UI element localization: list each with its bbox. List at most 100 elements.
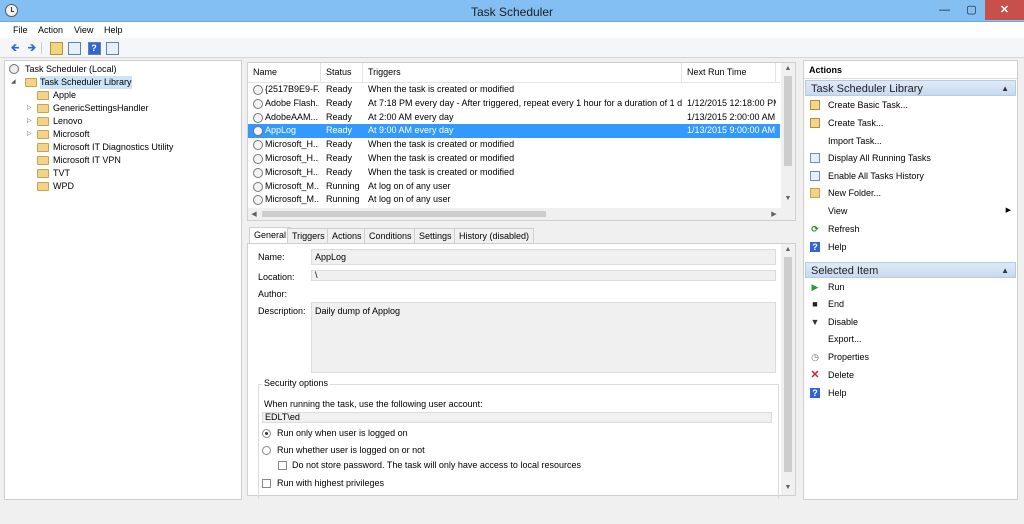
column-header-name[interactable]: Name <box>248 63 321 82</box>
column-header-triggers[interactable]: Triggers <box>363 63 682 82</box>
action-refresh[interactable]: ⟳ Refresh <box>810 221 1015 237</box>
task-name-cell: AdobeAAM... <box>265 111 319 122</box>
scroll-down-arrow-icon[interactable]: ▼ <box>781 195 795 202</box>
section-task-scheduler-library[interactable]: Task Scheduler Library ▲ <box>805 80 1016 96</box>
show-hide-action-pane-icon[interactable] <box>104 40 120 56</box>
folder-icon <box>37 130 49 139</box>
radio-logged-on-label[interactable]: Run only when user is logged on <box>277 428 408 438</box>
task-next-run-cell: 1/13/2015 9:00:00 AM <box>687 125 776 136</box>
collapse-arrow-icon[interactable]: ▲ <box>1001 81 1009 97</box>
radio-logged-on[interactable] <box>262 429 271 438</box>
action-help[interactable]: ? Help <box>810 239 1015 255</box>
action-help-selected[interactable]: ? Help <box>810 385 1015 401</box>
menu-action[interactable]: Action <box>38 25 63 35</box>
expand-arrow-icon[interactable]: ▷ <box>27 115 35 128</box>
action-create-basic-task[interactable]: Create Basic Task... <box>810 97 1015 113</box>
checkbox-no-store-password-label[interactable]: Do not store password. The task will onl… <box>292 460 581 470</box>
action-import-task[interactable]: Import Task... <box>810 133 1015 149</box>
tab-actions[interactable]: Actions <box>327 228 367 244</box>
task-clock-icon <box>253 181 263 192</box>
tab-general[interactable]: General <box>249 227 292 244</box>
action-display-running-tasks[interactable]: Display All Running Tasks <box>810 150 1015 166</box>
checkbox-highest-privileges-label[interactable]: Run with highest privileges <box>277 478 384 488</box>
tab-conditions[interactable]: Conditions <box>364 228 417 244</box>
action-create-task[interactable]: Create Task... <box>810 115 1015 131</box>
name-field[interactable]: AppLog <box>311 249 776 265</box>
tree-library-label: Task Scheduler Library <box>40 76 132 89</box>
task-status-cell: Ready <box>326 153 353 163</box>
radio-whether-logged-on-label[interactable]: Run whether user is logged on or not <box>277 445 425 455</box>
action-run[interactable]: ▶ Run <box>810 279 1015 295</box>
column-header-status[interactable]: Status <box>321 63 363 82</box>
folder-icon <box>37 91 49 100</box>
action-end[interactable]: ■ End <box>810 296 1015 312</box>
scroll-right-arrow-icon[interactable]: ▶ <box>770 210 778 218</box>
description-field[interactable]: Daily dump of Applog <box>311 302 776 373</box>
menu-view[interactable]: View <box>74 25 93 35</box>
task-list-vertical-scrollbar[interactable]: ▲ ▼ <box>781 63 795 220</box>
task-name-cell: Microsoft_M... <box>265 194 319 205</box>
task-trigger-cell: At 9:00 AM every day <box>368 125 454 136</box>
action-properties[interactable]: ◷ Properties <box>810 349 1015 365</box>
action-export[interactable]: Export... <box>810 331 1015 347</box>
task-name-cell: Microsoft_H... <box>265 139 319 150</box>
checkbox-highest-privileges[interactable] <box>262 479 271 488</box>
up-folder-icon[interactable] <box>48 40 64 56</box>
task-row[interactable]: Adobe Flash... Ready At 7:18 PM every day … <box>248 97 785 111</box>
task-row[interactable]: Microsoft_H... Ready When the task is crea… <box>248 152 785 166</box>
task-row[interactable]: AppLog Ready At 9:00 AM every day 1/13/2015… <box>248 124 785 139</box>
scroll-thumb[interactable] <box>784 257 792 472</box>
action-enable-tasks-history[interactable]: Enable All Tasks History <box>810 168 1015 184</box>
close-button[interactable]: ✕ <box>985 0 1024 20</box>
maximize-button[interactable]: ▢ <box>958 0 985 20</box>
action-label: Create Task... <box>828 118 884 128</box>
task-row[interactable]: AdobeAAM... Ready At 2:00 AM every day 1/13… <box>248 111 785 125</box>
action-view[interactable]: View ▶ <box>810 203 1015 219</box>
scroll-up-arrow-icon[interactable]: ▲ <box>781 65 795 72</box>
show-hide-console-tree-icon[interactable] <box>66 40 82 56</box>
task-row[interactable]: Microsoft_H... Ready When the task is crea… <box>248 166 785 180</box>
section-library-label: Task Scheduler Library <box>811 83 923 95</box>
tab-settings[interactable]: Settings <box>414 228 457 244</box>
collapse-arrow-icon[interactable]: ◢ <box>11 76 19 89</box>
task-name-cell: Microsoft_M... <box>265 180 319 191</box>
task-row[interactable]: Microsoft_M... Running At log on of any us… <box>248 193 785 207</box>
task-name-cell: Microsoft_H... <box>265 166 319 177</box>
task-list-horizontal-scrollbar[interactable]: ◀ ▶ <box>248 208 781 220</box>
column-header-next-run-time[interactable]: Next Run Time <box>682 63 776 82</box>
author-field[interactable] <box>311 287 776 298</box>
expand-arrow-icon[interactable]: ▷ <box>27 102 35 115</box>
task-row[interactable]: {2517B9E9-F... Ready When the task is crea… <box>248 83 785 97</box>
action-disable[interactable]: ▼ Disable <box>810 314 1015 330</box>
forward-arrow-icon[interactable]: 🡺 <box>24 40 40 56</box>
task-row[interactable]: Microsoft_M... Running At log on of any us… <box>248 180 785 194</box>
action-label: Run <box>828 282 845 292</box>
hscroll-thumb[interactable] <box>262 211 546 217</box>
action-new-folder[interactable]: New Folder... <box>810 185 1015 201</box>
scroll-left-arrow-icon[interactable]: ◀ <box>250 210 258 218</box>
section-selected-item[interactable]: Selected Item ▲ <box>805 262 1016 278</box>
scroll-down-arrow-icon[interactable]: ▼ <box>781 484 795 491</box>
menu-file[interactable]: File <box>13 25 28 35</box>
location-field[interactable]: \ <box>311 270 776 281</box>
minimize-button[interactable]: — <box>931 0 958 20</box>
actions-header: Actions <box>804 61 1017 79</box>
scroll-thumb[interactable] <box>784 76 792 166</box>
checkbox-no-store-password[interactable] <box>278 461 287 470</box>
tab-triggers[interactable]: Triggers <box>287 228 330 244</box>
collapse-arrow-icon[interactable]: ▲ <box>1001 263 1009 279</box>
action-delete[interactable]: ✕ Delete <box>810 367 1015 383</box>
menu-help[interactable]: Help <box>104 25 123 35</box>
detail-vertical-scrollbar[interactable]: ▲ ▼ <box>781 244 795 495</box>
back-arrow-icon[interactable]: 🡸 <box>7 40 23 56</box>
task-clock-icon <box>253 126 263 137</box>
help-icon[interactable]: ? <box>86 40 102 56</box>
task-row[interactable]: Microsoft_H... Ready When the task is crea… <box>248 138 785 152</box>
radio-whether-logged-on[interactable] <box>262 446 271 455</box>
new-folder-icon <box>810 188 820 198</box>
expand-arrow-icon[interactable]: ▷ <box>27 128 35 141</box>
tab-history[interactable]: History (disabled) <box>454 228 535 244</box>
scroll-up-arrow-icon[interactable]: ▲ <box>781 246 795 253</box>
user-account-field[interactable]: EDLT\ed <box>262 412 772 423</box>
tree-folder-label: Lenovo <box>53 116 83 126</box>
